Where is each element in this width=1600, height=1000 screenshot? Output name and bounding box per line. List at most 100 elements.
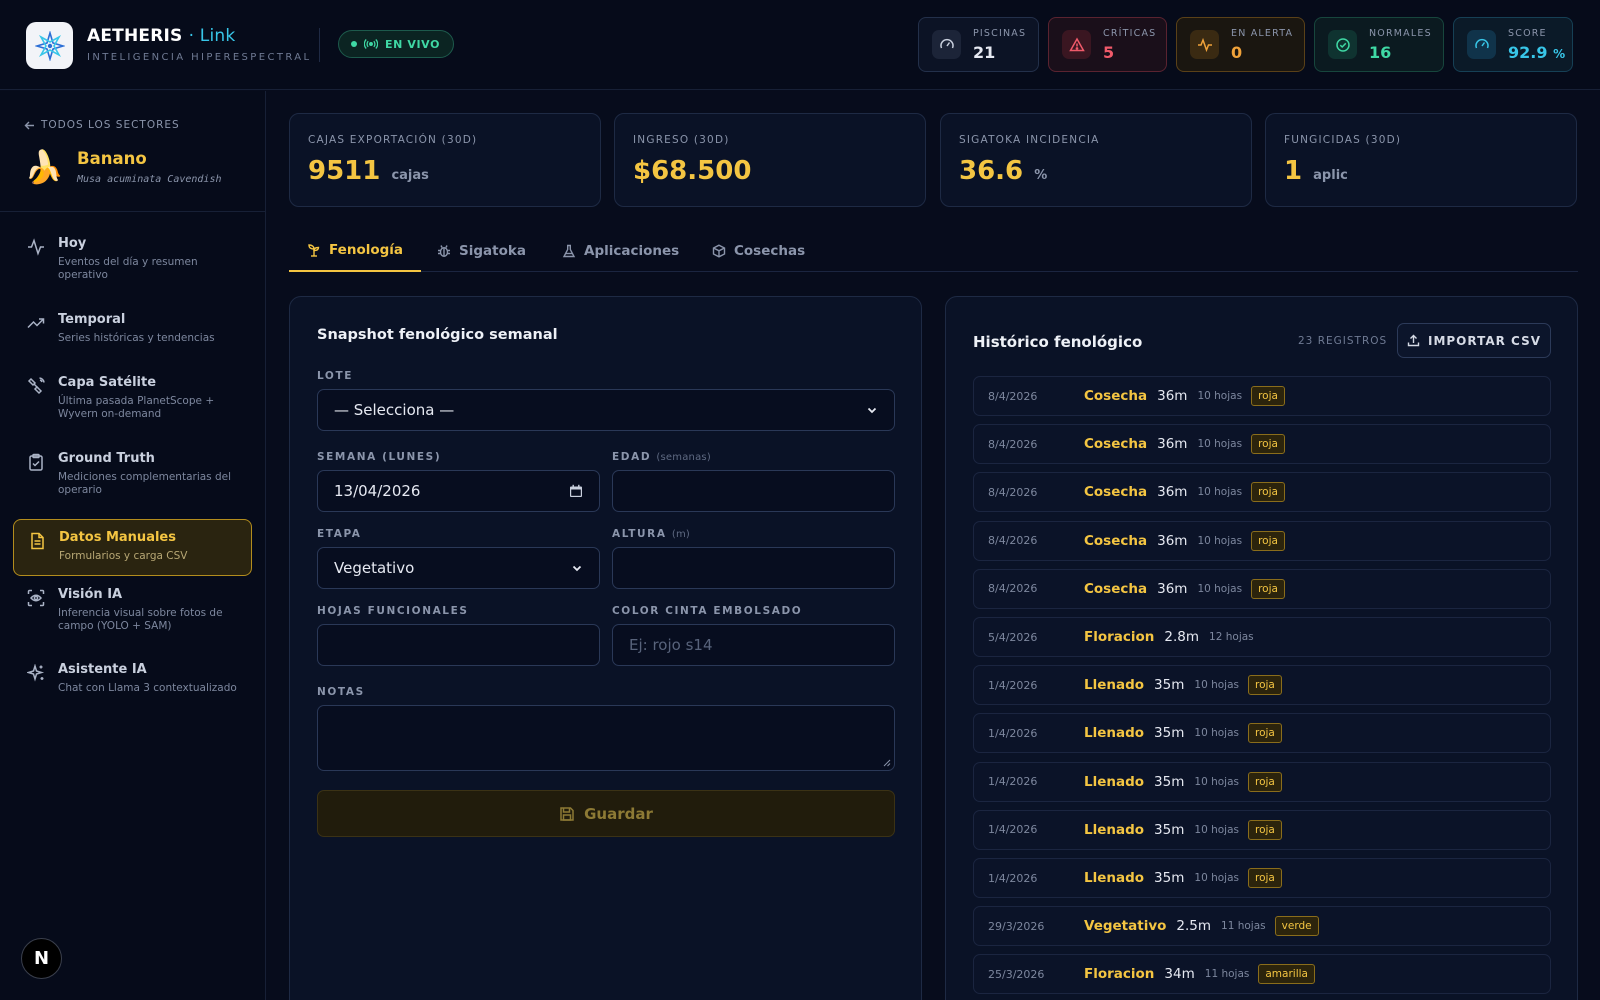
lote-select[interactable]: — Selecciona — xyxy=(317,389,895,431)
stat-piscinas[interactable]: PISCINAS 21 xyxy=(918,17,1039,72)
sidebar-item-vision-ia[interactable]: Visión IA Inferencia visual sobre fotos … xyxy=(13,577,252,643)
sidebar-item-capa-satelite[interactable]: Capa Satélite Última pasada PlanetScope … xyxy=(13,365,252,431)
altura-input[interactable] xyxy=(612,547,895,589)
chevron-down-icon xyxy=(572,565,582,572)
cinta-placeholder: Ej: rojo s14 xyxy=(629,636,713,654)
history-row[interactable]: 8/4/2026 Cosecha 36m 10 hojas roja xyxy=(973,472,1551,513)
sidebar-item-temporal[interactable]: Temporal Series históricas y tendencias xyxy=(13,302,252,355)
etapa-label: ETAPA xyxy=(317,528,362,540)
history-row-height: 36m xyxy=(1157,484,1188,501)
tab-sigatoka[interactable]: Sigatoka xyxy=(419,230,544,272)
history-row[interactable]: 25/3/2026 Floracion 34m 11 hojas amarilla xyxy=(973,954,1551,995)
history-row-stage: Vegetativo xyxy=(1084,918,1167,935)
back-label: TODOS LOS SECTORES xyxy=(41,119,180,131)
resize-handle-icon[interactable] xyxy=(883,759,891,767)
history-row-leaves: 11 hojas xyxy=(1204,968,1250,981)
save-button[interactable]: Guardar xyxy=(317,790,895,837)
check-circle-icon xyxy=(1328,30,1357,59)
history-row-tag: roja xyxy=(1251,386,1285,406)
nav-title: Ground Truth xyxy=(58,451,155,466)
history-row-date: 1/4/2026 xyxy=(988,775,1038,789)
import-csv-button[interactable]: IMPORTAR CSV xyxy=(1397,323,1551,358)
next-badge-icon[interactable]: N xyxy=(21,938,62,979)
nav-desc: Series históricas y tendencias xyxy=(58,332,215,344)
tab-aplicaciones[interactable]: Aplicaciones xyxy=(544,230,697,272)
logo-icon[interactable] xyxy=(26,22,73,69)
history-row-date: 25/3/2026 xyxy=(988,967,1045,981)
bug-icon xyxy=(438,245,450,258)
history-row[interactable]: 8/4/2026 Cosecha 36m 10 hojas roja xyxy=(973,568,1551,609)
notas-label: NOTAS xyxy=(317,686,365,698)
notas-textarea[interactable] xyxy=(317,705,895,771)
cinta-input[interactable]: Ej: rojo s14 xyxy=(612,624,895,666)
brand: AETHERIS · Link INTELIGENCIA HIPERESPECT… xyxy=(87,26,312,63)
tab-fenologia[interactable]: Fenología xyxy=(289,230,422,272)
pulse-icon xyxy=(1190,30,1219,59)
history-row-stage: Cosecha xyxy=(1084,484,1148,501)
tab-label: Fenología xyxy=(329,242,404,258)
history-row-tag: roja xyxy=(1248,675,1282,696)
scan-eye-icon xyxy=(27,589,45,607)
history-row[interactable]: 1/4/2026 Llenado 35m 10 hojas roja xyxy=(973,809,1551,850)
hojas-input[interactable] xyxy=(317,624,600,666)
stat-normales[interactable]: NORMALES 16 xyxy=(1314,17,1444,72)
sidebar-item-ground-truth[interactable]: Ground Truth Mediciones complementarias … xyxy=(13,441,252,507)
lote-select-value: — Selecciona — xyxy=(334,401,455,419)
back-to-sectors-link[interactable]: TODOS LOS SECTORES xyxy=(24,119,180,131)
kpi-cajas-exportacion: CAJAS EXPORTACIÓN (30D) 9511 cajas xyxy=(289,113,601,207)
history-row-date: 1/4/2026 xyxy=(988,678,1038,692)
nav-title: Hoy xyxy=(58,236,87,251)
history-row-stage: Llenado xyxy=(1084,725,1145,742)
history-row-date: 1/4/2026 xyxy=(988,823,1038,837)
sidebar-item-hoy[interactable]: Hoy Eventos del día y resumen operativo xyxy=(13,226,252,292)
stat-value: 21 xyxy=(973,42,996,62)
history-row-stage: Llenado xyxy=(1084,821,1145,838)
history-row[interactable]: 1/4/2026 Llenado 35m 10 hojas roja xyxy=(973,858,1551,898)
stat-value: 16 xyxy=(1369,42,1392,62)
file-text-icon xyxy=(31,532,44,550)
semana-date-input[interactable]: 13/04/2026 xyxy=(317,470,600,512)
history-row-tag: roja xyxy=(1248,723,1282,744)
history-row-stage: Cosecha xyxy=(1084,436,1148,453)
stat-en-alerta[interactable]: EN ALERTA 0 xyxy=(1176,17,1305,72)
sector-header: 🍌 Banano Musa acuminata Cavendish xyxy=(24,147,222,187)
satellite-icon xyxy=(27,377,45,395)
history-row-tag: roja xyxy=(1248,771,1282,792)
history-row-date: 8/4/2026 xyxy=(988,437,1038,451)
etapa-select[interactable]: Vegetativo xyxy=(317,547,600,589)
history-row[interactable]: 8/4/2026 Cosecha 36m 10 hojas roja xyxy=(973,424,1551,465)
history-row-tag: roja xyxy=(1251,578,1285,599)
history-row-stage: Cosecha xyxy=(1084,388,1148,404)
history-row[interactable]: 1/4/2026 Llenado 35m 10 hojas roja xyxy=(973,665,1551,706)
history-row-leaves: 10 hojas xyxy=(1194,775,1239,788)
altura-hint: (m) xyxy=(671,529,691,540)
calendar-icon xyxy=(570,484,582,497)
edad-input[interactable] xyxy=(612,470,895,512)
history-row-date: 1/4/2026 xyxy=(988,871,1038,885)
history-row-date: 5/4/2026 xyxy=(988,630,1038,644)
sector-scientific-name: Musa acuminata Cavendish xyxy=(77,174,222,185)
kpi-fungicidas: FUNGICIDAS (30D) 1 aplic xyxy=(1265,113,1577,207)
history-row[interactable]: 5/4/2026 Floracion 2.8m 12 hojas xyxy=(973,617,1551,657)
history-row-stage: Floracion xyxy=(1084,629,1155,645)
history-title: Histórico fenológico xyxy=(973,333,1143,351)
history-row-height: 36m xyxy=(1157,580,1188,597)
history-row-stage: Llenado xyxy=(1084,677,1145,694)
history-row[interactable]: 1/4/2026 Llenado 35m 10 hojas roja xyxy=(973,713,1551,754)
history-row[interactable]: 8/4/2026 Cosecha 36m 10 hojas roja xyxy=(973,376,1551,416)
kpi-value: $68.500 xyxy=(633,156,752,186)
brand-subtitle: INTELIGENCIA HIPERESPECTRAL xyxy=(87,52,312,63)
phenology-history-card: Histórico fenológico 23 REGISTROS IMPORT… xyxy=(945,296,1578,1000)
stat-criticas[interactable]: CRÍTICAS 5 xyxy=(1048,17,1167,72)
history-row-height: 2.8m xyxy=(1164,629,1200,645)
history-row[interactable]: 29/3/2026 Vegetativo 2.5m 11 hojas verde xyxy=(973,906,1551,947)
history-row-tag: roja xyxy=(1251,530,1285,551)
top-header: AETHERIS · Link INTELIGENCIA HIPERESPECT… xyxy=(0,0,1600,90)
sidebar-item-asistente-ia[interactable]: Asistente IA Chat con Llama 3 contextual… xyxy=(13,652,252,705)
history-row[interactable]: 8/4/2026 Cosecha 36m 10 hojas roja xyxy=(973,520,1551,561)
tab-cosechas[interactable]: Cosechas xyxy=(694,230,823,272)
stat-unit: % xyxy=(1553,46,1566,61)
history-row[interactable]: 1/4/2026 Llenado 35m 10 hojas roja xyxy=(973,761,1551,802)
sidebar-item-datos-manuales[interactable]: Datos Manuales Formularios y carga CSV xyxy=(13,519,252,576)
stat-score[interactable]: SCORE 92.9 % xyxy=(1453,17,1573,72)
